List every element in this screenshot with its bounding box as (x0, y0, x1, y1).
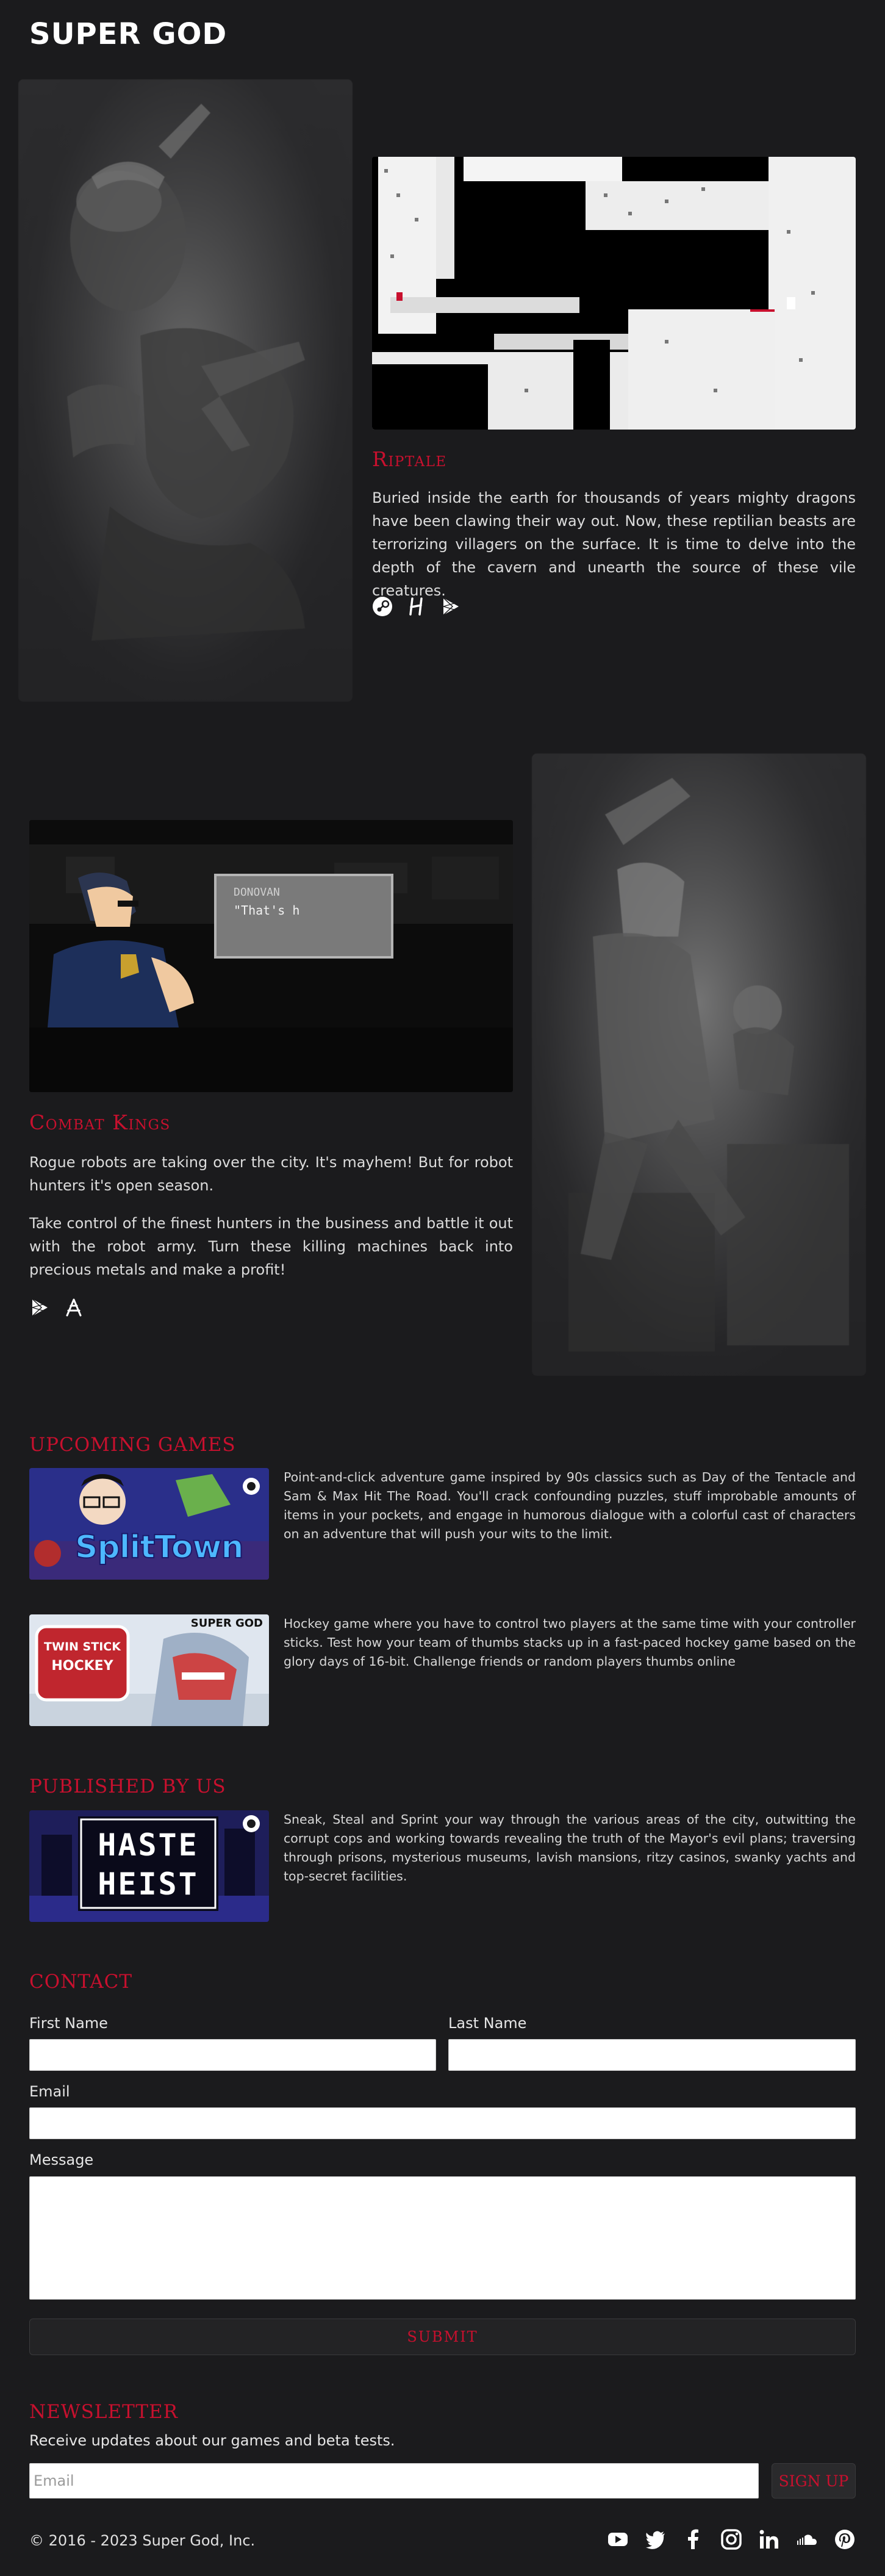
twitter-icon[interactable] (645, 2528, 667, 2550)
combat-kings-key-art (532, 754, 866, 1376)
haste-heist-logo-line-1: HASTE (98, 1827, 199, 1863)
app-store-icon[interactable] (63, 1297, 84, 1318)
haste-heist-thumbnail[interactable]: HASTE HEIST (29, 1810, 269, 1922)
twin-stick-hockey-description: Hockey game where you have to control tw… (284, 1616, 856, 1669)
instagram-icon[interactable] (720, 2528, 742, 2550)
youtube-icon[interactable] (607, 2528, 629, 2550)
twin-stick-hockey-thumbnail[interactable]: TWIN STICK HOCKEY SUPER GOD (29, 1614, 269, 1726)
last-name-label: Last Name (448, 2015, 527, 2032)
copyright: © 2016 - 2023 Super God, Inc. (29, 2532, 256, 2549)
newsletter-email-placeholder: Email (34, 2472, 74, 2489)
humble-bundle-icon[interactable] (406, 596, 427, 617)
steam-icon[interactable] (372, 596, 393, 617)
super-god-badge: SUPER GOD (190, 1617, 263, 1630)
twin-stick-logo-line-2: HOCKEY (51, 1658, 113, 1674)
linkedin-icon[interactable] (758, 2528, 780, 2550)
riptale-title[interactable]: Riptale (372, 447, 447, 471)
robot-hunters-illustration (532, 754, 866, 1376)
first-name-field[interactable] (29, 2039, 436, 2071)
pinterest-icon[interactable] (834, 2528, 856, 2550)
contact-title: CONTACT (29, 1971, 133, 1993)
google-play-icon[interactable] (29, 1297, 50, 1318)
email-field[interactable] (29, 2107, 856, 2139)
riptale-store-links (372, 596, 461, 617)
sign-up-button[interactable]: SIGN UP (772, 2463, 856, 2499)
newsletter-email-input[interactable]: Email (29, 2463, 759, 2499)
email-label: Email (29, 2083, 70, 2100)
soundcloud-icon[interactable] (796, 2528, 818, 2550)
splittown-description: Point-and-click adventure game inspired … (284, 1470, 856, 1541)
combat-kings-description-2: Take control of the finest hunters in th… (29, 1215, 513, 1278)
submit-button[interactable]: SUBMIT (29, 2319, 856, 2355)
google-play-icon[interactable] (440, 596, 461, 617)
site-logo[interactable]: SUPER GOD (29, 17, 227, 51)
combat-kings-description-1: Rogue robots are taking over the city. I… (29, 1154, 513, 1194)
twin-stick-logo-line-1: TWIN STICK (44, 1640, 121, 1653)
combat-kings-screenshot[interactable]: DONOVAN "That's h (29, 820, 513, 1092)
combat-kings-store-links (29, 1297, 84, 1318)
combat-kings-dialogue-screenshot (29, 820, 513, 1092)
splittown-logo-text: SplitTown (74, 1528, 245, 1566)
haste-heist-description: Sneak, Steal and Sprint your way through… (284, 1812, 856, 1883)
facebook-icon[interactable] (683, 2528, 704, 2550)
upcoming-games-title: UPCOMING GAMES (29, 1434, 236, 1456)
newsletter-title: NEWSLETTER (29, 2401, 178, 2423)
riptale-screenshot[interactable] (372, 157, 856, 430)
published-by-us-title: PUBLISHED BY US (29, 1775, 226, 1797)
message-field[interactable] (29, 2176, 856, 2300)
social-links (607, 2528, 856, 2550)
dragon-warrior-illustration (18, 79, 353, 702)
splittown-thumbnail[interactable]: SplitTown (29, 1468, 269, 1580)
first-name-label: First Name (29, 2015, 108, 2032)
riptale-description: Buried inside the earth for thousands of… (372, 489, 856, 599)
message-label: Message (29, 2151, 94, 2168)
dialog-speaker: DONOVAN (234, 886, 280, 899)
last-name-field[interactable] (448, 2039, 856, 2071)
haste-heist-logo-line-2: HEIST (98, 1866, 199, 1902)
riptale-key-art (18, 79, 353, 702)
dialog-line: "That's h (234, 903, 300, 918)
newsletter-subtitle: Receive updates about our games and beta… (29, 2432, 395, 2449)
combat-kings-title[interactable]: Combat Kings (29, 1110, 171, 1134)
riptale-pixel-cave-screenshot (372, 157, 856, 430)
